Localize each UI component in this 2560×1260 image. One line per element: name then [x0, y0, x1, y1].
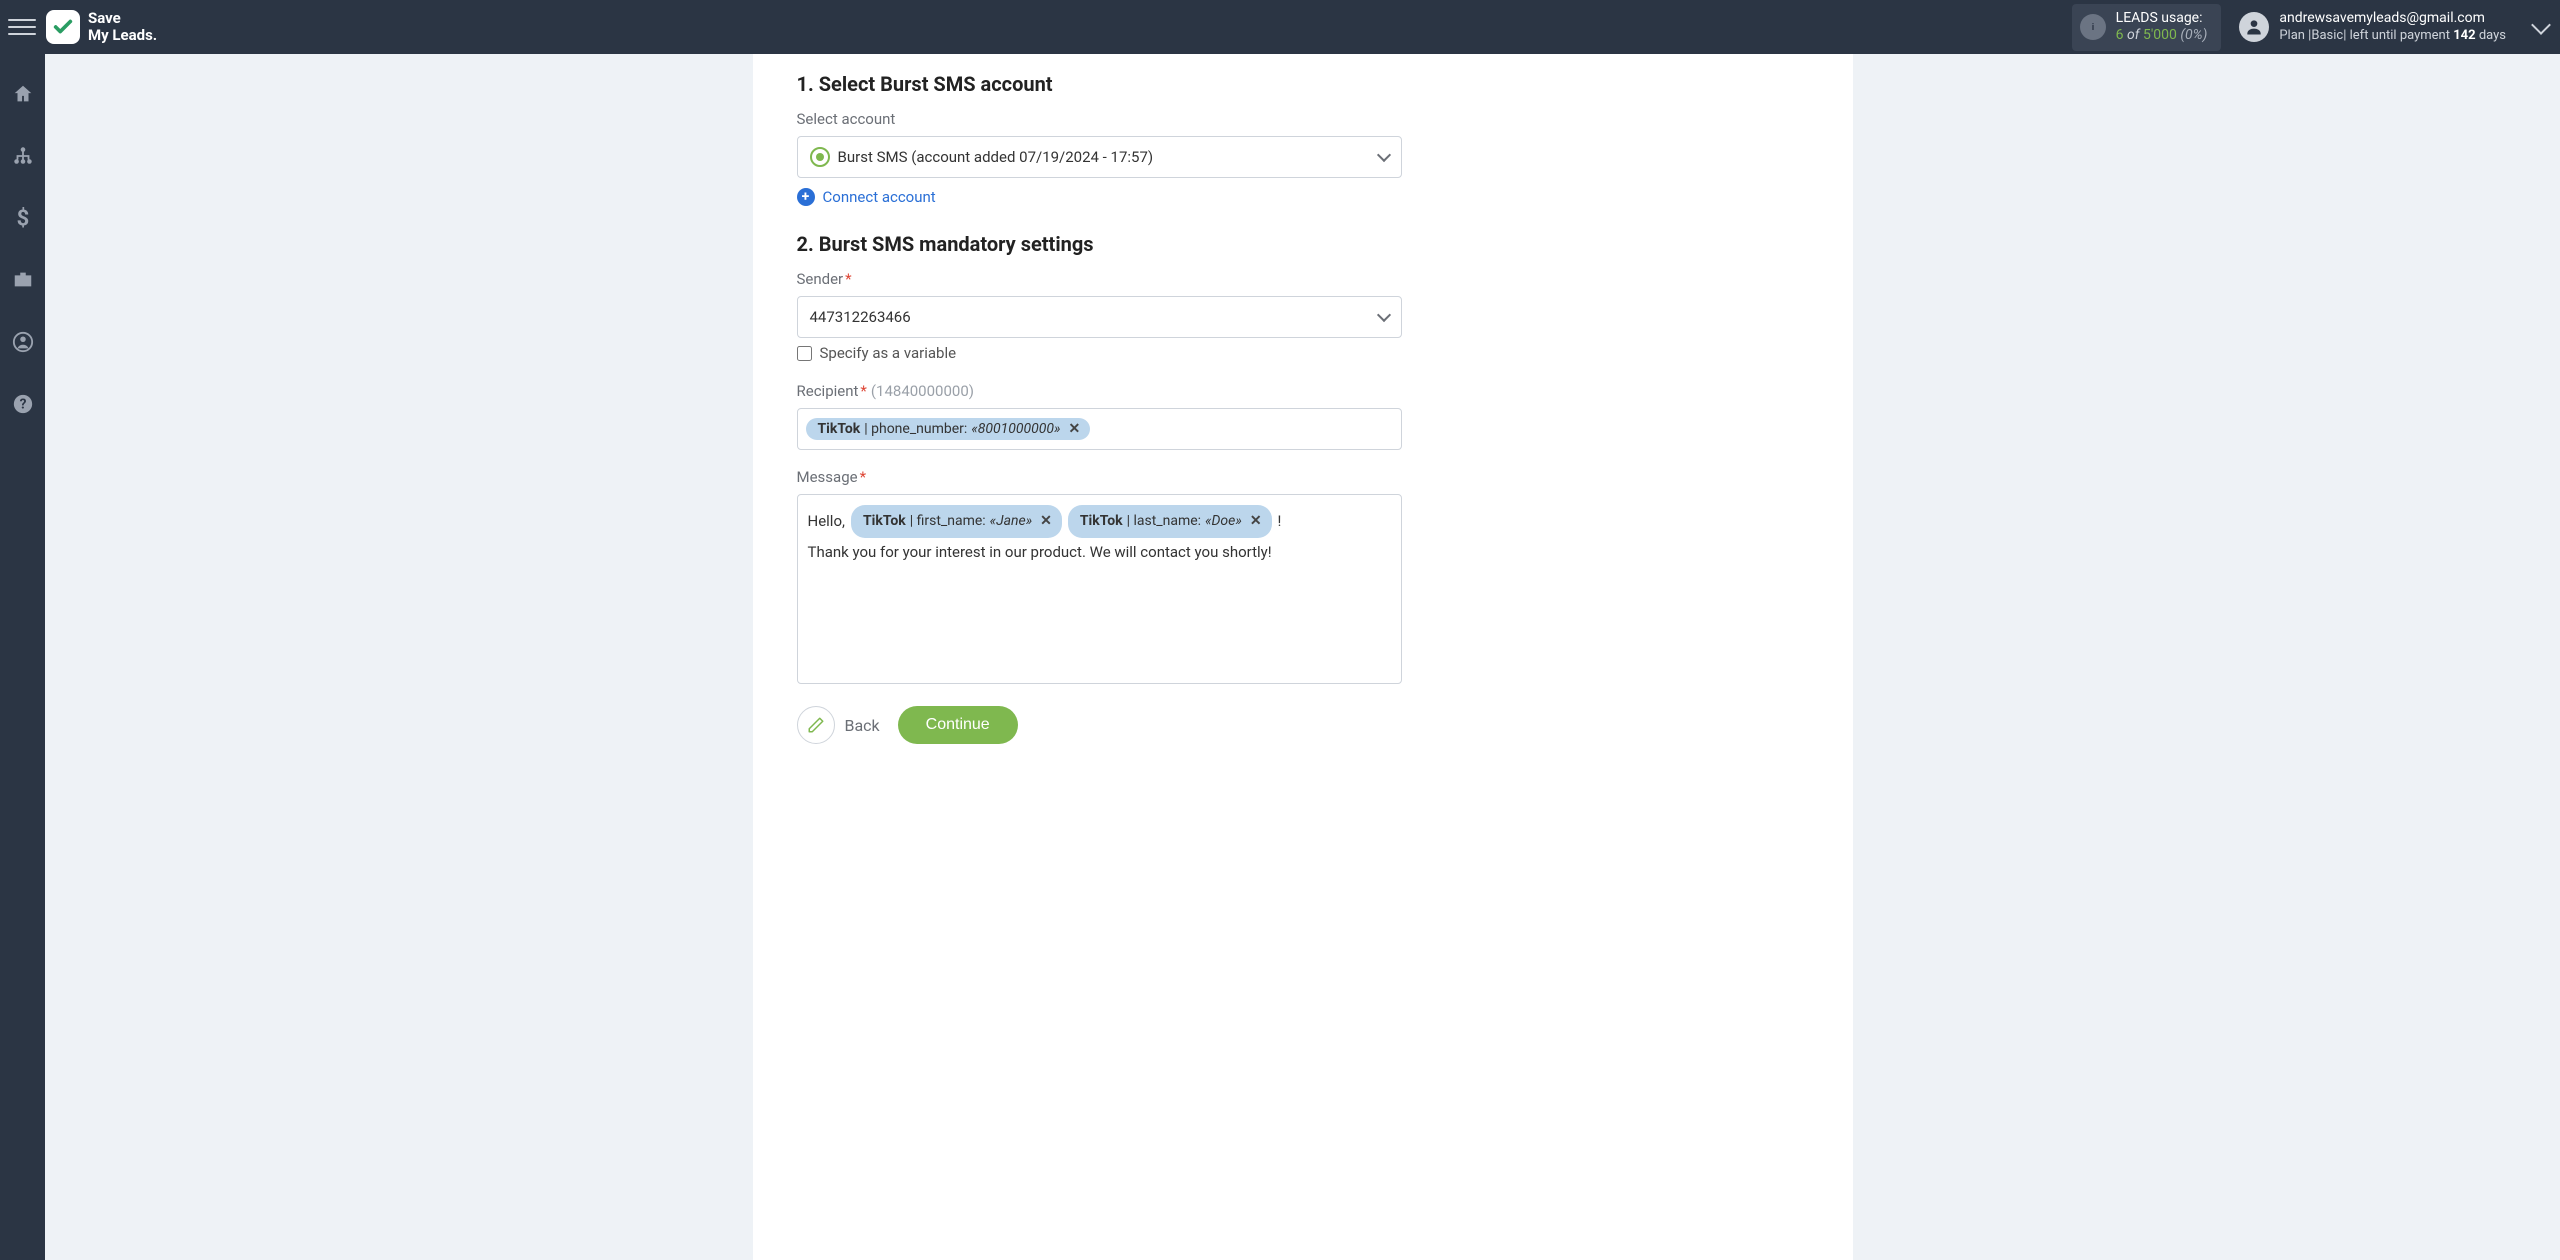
section-1-title: 1. Select Burst SMS account: [797, 72, 1809, 96]
recipient-input[interactable]: TikTok | phone_number: «8001000000» ✕: [797, 408, 1402, 450]
token-remove-icon[interactable]: ✕: [1040, 508, 1052, 535]
form-panel: 1. Select Burst SMS account Select accou…: [753, 54, 1853, 1260]
connect-account-link[interactable]: + Connect account: [797, 188, 1809, 206]
specify-variable-checkbox[interactable]: Specify as a variable: [797, 344, 1809, 362]
chevron-down-icon: [1376, 308, 1390, 322]
chevron-down-icon[interactable]: [2531, 15, 2551, 35]
message-token-lastname[interactable]: TikTok | last_name: «Doe» ✕: [1068, 505, 1272, 538]
message-line2: Thank you for your interest in our produ…: [808, 538, 1391, 567]
sender-value: 447312263466: [810, 308, 911, 326]
message-label: Message*: [797, 468, 1809, 486]
user-plan: Plan |Basic| left until payment 142 days: [2279, 28, 2506, 44]
pencil-icon: [797, 706, 835, 744]
recipient-label: Recipient*(14840000000): [797, 382, 1809, 400]
sender-select[interactable]: 447312263466: [797, 296, 1402, 338]
usage-title: LEADS usage:: [2116, 10, 2208, 28]
account-select-value: Burst SMS (account added 07/19/2024 - 17…: [838, 148, 1154, 166]
svg-text:$: $: [16, 207, 29, 229]
token-remove-icon[interactable]: ✕: [1068, 421, 1080, 437]
logo-icon[interactable]: [46, 10, 80, 44]
account-status-icon: [810, 147, 830, 167]
nav-billing-icon[interactable]: $: [0, 198, 45, 238]
svg-text:?: ?: [19, 397, 26, 413]
back-button[interactable]: Back: [797, 706, 880, 744]
usage-box[interactable]: i LEADS usage: 6 of 5'000 (0%): [2072, 4, 2222, 51]
info-icon: i: [2080, 14, 2106, 40]
nav-profile-icon[interactable]: [0, 322, 45, 362]
recipient-token[interactable]: TikTok | phone_number: «8001000000» ✕: [806, 418, 1091, 440]
nav-home-icon[interactable]: [0, 74, 45, 114]
menu-toggle[interactable]: [8, 13, 36, 41]
topbar: Save My Leads. i LEADS usage: 6 of 5'000…: [0, 0, 2560, 54]
usage-values: 6 of 5'000 (0%): [2116, 27, 2208, 45]
sender-label: Sender*: [797, 270, 1809, 288]
user-email: andrewsavemyleads@gmail.com: [2279, 10, 2506, 28]
message-input[interactable]: Hello, TikTok | first_name: «Jane» ✕ Tik…: [797, 494, 1402, 684]
nav-connections-icon[interactable]: [0, 136, 45, 176]
user-menu[interactable]: andrewsavemyleads@gmail.com Plan |Basic|…: [2239, 10, 2548, 44]
avatar-icon: [2239, 12, 2269, 42]
select-account-label: Select account: [797, 110, 1809, 128]
logo-text: Save My Leads.: [88, 10, 157, 45]
nav-briefcase-icon[interactable]: [0, 260, 45, 300]
message-token-firstname[interactable]: TikTok | first_name: «Jane» ✕: [851, 505, 1062, 538]
nav-help-icon[interactable]: ?: [0, 384, 45, 424]
section-2-title: 2. Burst SMS mandatory settings: [797, 232, 1809, 256]
svg-text:i: i: [2091, 22, 2093, 33]
chevron-down-icon: [1376, 148, 1390, 162]
sidebar: $ ?: [0, 54, 45, 1260]
account-select[interactable]: Burst SMS (account added 07/19/2024 - 17…: [797, 136, 1402, 178]
continue-button[interactable]: Continue: [898, 706, 1018, 744]
plus-circle-icon: +: [797, 188, 815, 206]
token-remove-icon[interactable]: ✕: [1250, 508, 1262, 535]
